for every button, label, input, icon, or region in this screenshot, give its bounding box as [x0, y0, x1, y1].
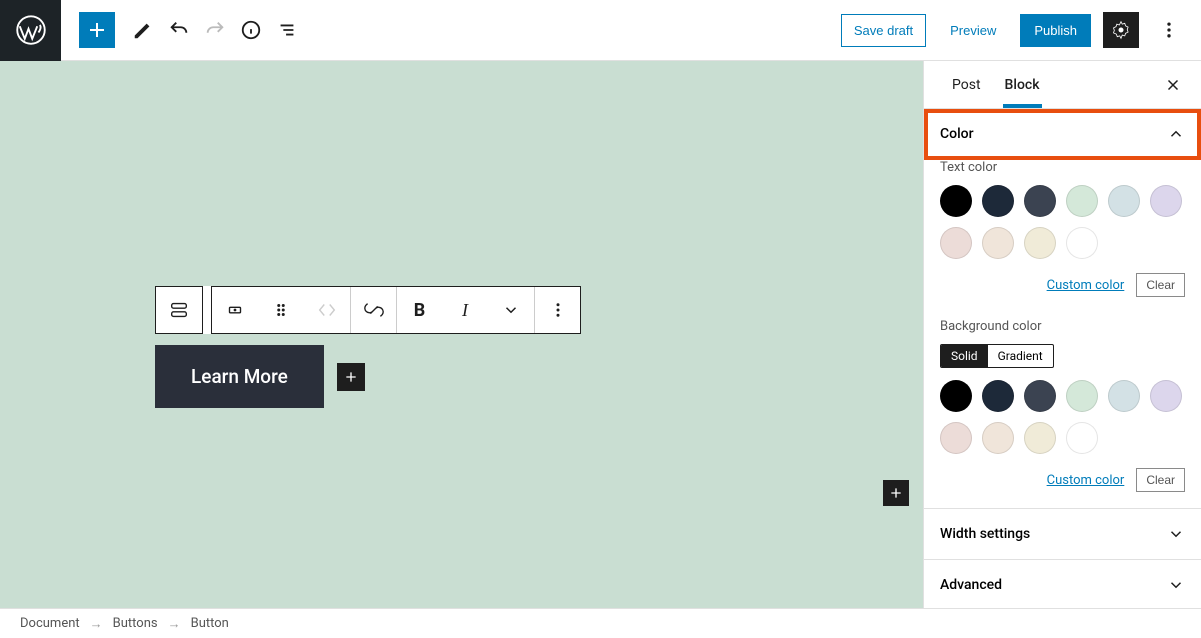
clear-bg-color-button[interactable]: Clear	[1136, 468, 1185, 492]
toolbar-right: Save draft Preview Publish	[841, 12, 1201, 48]
swatch-bg-slate[interactable]	[1024, 380, 1056, 412]
chevron-up-icon	[1167, 125, 1185, 143]
save-draft-button[interactable]: Save draft	[841, 14, 926, 47]
panel-width-header[interactable]: Width settings	[924, 509, 1201, 559]
bg-tab-gradient[interactable]: Gradient	[988, 345, 1053, 367]
breadcrumb: Document → Buttons → Button	[0, 608, 1201, 638]
drag-handle-icon[interactable]	[258, 287, 304, 333]
list-view-icon[interactable]	[269, 12, 305, 48]
add-block-button[interactable]	[79, 12, 115, 48]
breadcrumb-buttons[interactable]: Buttons	[113, 616, 158, 631]
swatch-sand[interactable]	[982, 227, 1014, 259]
wp-logo[interactable]	[0, 0, 61, 61]
text-color-label: Text color	[940, 160, 1185, 175]
swatch-bg-lavender[interactable]	[1150, 380, 1182, 412]
learn-more-button[interactable]: Learn More	[155, 345, 324, 408]
move-icon[interactable]	[304, 287, 350, 333]
bg-color-label: Background color	[940, 319, 1185, 334]
swatch-lightblue[interactable]	[1108, 185, 1140, 217]
more-options-icon[interactable]	[1151, 12, 1187, 48]
swatch-darkblue[interactable]	[982, 185, 1014, 217]
tab-block[interactable]: Block	[993, 63, 1052, 107]
breadcrumb-document[interactable]: Document	[20, 616, 80, 631]
tab-post[interactable]: Post	[940, 63, 993, 107]
swatch-cream[interactable]	[1024, 227, 1056, 259]
block-toolbar: B I	[155, 286, 581, 334]
swatch-white[interactable]	[1066, 227, 1098, 259]
main: B I Learn More Post	[0, 61, 1201, 608]
custom-text-color-link[interactable]: Custom color	[1047, 278, 1125, 293]
swatch-bg-mint[interactable]	[1066, 380, 1098, 412]
panel-advanced-header[interactable]: Advanced	[924, 560, 1201, 608]
top-toolbar: Save draft Preview Publish	[0, 0, 1201, 61]
preview-button[interactable]: Preview	[938, 15, 1008, 46]
bg-color-swatches	[940, 380, 1185, 454]
swatch-black[interactable]	[940, 185, 972, 217]
panel-width: Width settings	[924, 509, 1201, 560]
swatch-bg-black[interactable]	[940, 380, 972, 412]
block-more-icon[interactable]	[534, 287, 580, 333]
bg-tab-solid[interactable]: Solid	[941, 345, 988, 367]
redo-icon[interactable]	[197, 12, 233, 48]
swatch-slate[interactable]	[1024, 185, 1056, 217]
swatch-bg-white[interactable]	[1066, 422, 1098, 454]
chevron-down-icon	[1167, 525, 1185, 543]
bold-icon[interactable]: B	[396, 287, 442, 333]
button-block[interactable]: Learn More	[155, 345, 365, 408]
settings-sidebar: Post Block Color Text color	[923, 61, 1201, 608]
undo-icon[interactable]	[161, 12, 197, 48]
add-block-corner-icon[interactable]	[883, 480, 909, 506]
panel-advanced-title: Advanced	[940, 577, 1002, 593]
swatch-lavender[interactable]	[1150, 185, 1182, 217]
panel-width-title: Width settings	[940, 526, 1030, 542]
info-icon[interactable]	[233, 12, 269, 48]
toolbar-left	[61, 12, 305, 48]
block-type-icon[interactable]	[156, 287, 202, 333]
clear-text-color-button[interactable]: Clear	[1136, 273, 1185, 297]
swatch-bg-darkblue[interactable]	[982, 380, 1014, 412]
add-button-icon[interactable]	[337, 363, 365, 391]
swatch-bg-lightblue[interactable]	[1108, 380, 1140, 412]
panel-advanced: Advanced	[924, 560, 1201, 608]
swatch-mint[interactable]	[1066, 185, 1098, 217]
edit-icon[interactable]	[125, 12, 161, 48]
panel-color: Color	[924, 109, 1201, 160]
breadcrumb-button[interactable]: Button	[191, 616, 229, 631]
italic-icon[interactable]: I	[442, 287, 488, 333]
swatch-bg-sand[interactable]	[982, 422, 1014, 454]
close-sidebar-icon[interactable]	[1155, 67, 1191, 103]
publish-button[interactable]: Publish	[1020, 14, 1091, 47]
editor-canvas[interactable]: B I Learn More	[0, 61, 923, 608]
swatch-bg-blush[interactable]	[940, 422, 972, 454]
bg-type-tabs: Solid Gradient	[940, 344, 1054, 368]
dropdown-icon[interactable]	[488, 287, 534, 333]
breadcrumb-arrow-icon: →	[90, 616, 103, 632]
swatch-bg-cream[interactable]	[1024, 422, 1056, 454]
align-icon[interactable]	[212, 287, 258, 333]
settings-gear-icon[interactable]	[1103, 12, 1139, 48]
text-color-swatches	[940, 185, 1185, 259]
sidebar-tabs: Post Block	[924, 61, 1201, 109]
chevron-down-icon	[1167, 576, 1185, 594]
panel-color-header[interactable]: Color	[924, 109, 1201, 159]
breadcrumb-arrow-icon: →	[168, 616, 181, 632]
custom-bg-color-link[interactable]: Custom color	[1047, 473, 1125, 488]
link-icon[interactable]	[350, 287, 396, 333]
swatch-blush[interactable]	[940, 227, 972, 259]
panel-color-title: Color	[940, 126, 974, 142]
panel-color-body: Text color Custom color Clear	[924, 160, 1201, 509]
